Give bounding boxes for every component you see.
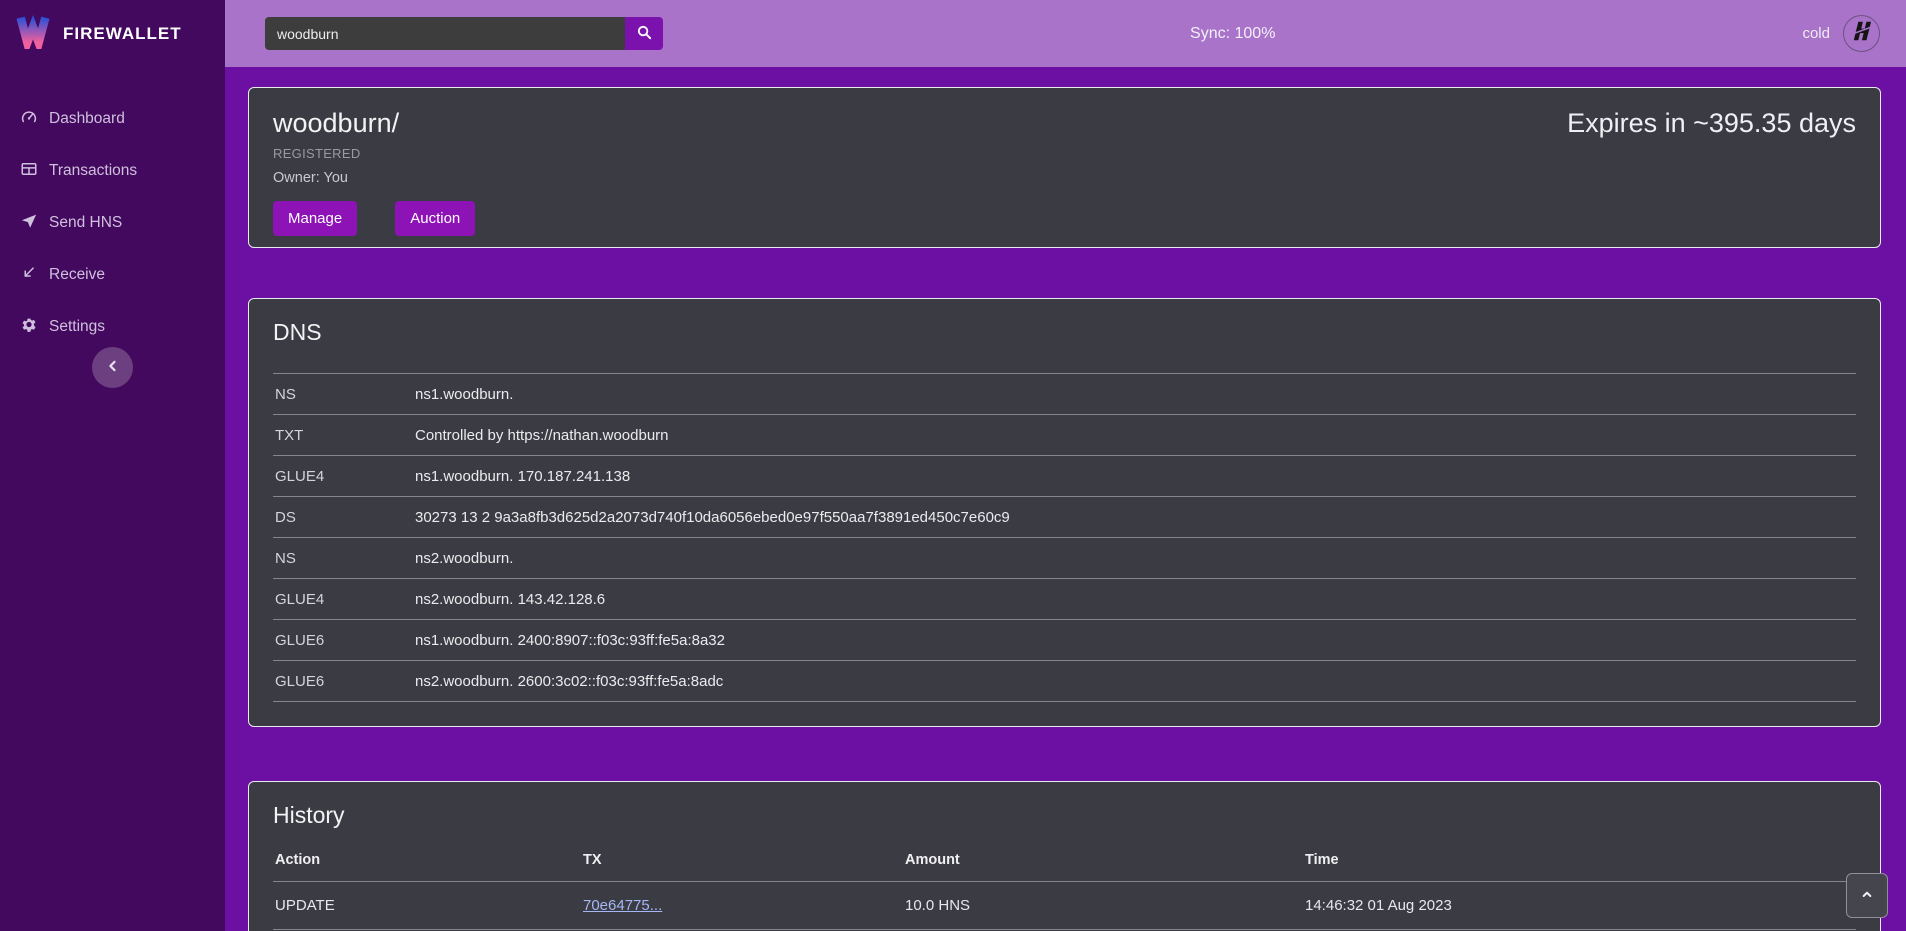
dns-title: DNS bbox=[273, 319, 1856, 346]
sidebar-item-dashboard[interactable]: Dashboard bbox=[0, 93, 225, 145]
sidebar-item-settings[interactable]: Settings bbox=[0, 301, 225, 353]
sidebar-item-receive[interactable]: Receive bbox=[0, 249, 225, 301]
gear-icon bbox=[20, 316, 38, 339]
dns-table: NS ns1.woodburn. TXT Controlled by https… bbox=[273, 373, 1856, 702]
dns-record-type: GLUE6 bbox=[273, 620, 413, 661]
gauge-icon bbox=[20, 108, 38, 131]
dns-record-value: Controlled by https://nathan.woodburn bbox=[413, 415, 1856, 456]
domain-owner: Owner: You bbox=[273, 170, 475, 186]
sidebar-item-transactions[interactable]: Transactions bbox=[0, 145, 225, 197]
domain-name: woodburn/ bbox=[273, 108, 475, 139]
dns-record-row: GLUE4 ns2.woodburn. 143.42.128.6 bbox=[273, 579, 1856, 620]
dns-record-type: TXT bbox=[273, 415, 413, 456]
domain-card: woodburn/ REGISTERED Owner: You Manage A… bbox=[248, 87, 1881, 248]
sidebar-item-label: Dashboard bbox=[49, 110, 125, 128]
chevron-left-icon bbox=[104, 357, 122, 378]
history-title: History bbox=[273, 802, 1856, 829]
search-button[interactable] bbox=[625, 17, 663, 50]
chevron-up-icon bbox=[1859, 886, 1875, 905]
dns-record-type: GLUE4 bbox=[273, 579, 413, 620]
dns-record-row: GLUE4 ns1.woodburn. 170.187.241.138 bbox=[273, 456, 1856, 497]
dns-record-type: DS bbox=[273, 497, 413, 538]
domain-expiry: Expires in ~395.35 days bbox=[1567, 108, 1856, 227]
tx-link[interactable]: 70e64775... bbox=[583, 897, 662, 914]
history-col-amount: Amount bbox=[903, 841, 1303, 882]
auction-button[interactable]: Auction bbox=[395, 201, 475, 236]
dns-record-type: NS bbox=[273, 374, 413, 415]
history-row: UPDATE 70e64775... 10.0 HNS 14:46:32 01 … bbox=[273, 882, 1856, 930]
wallet-name-label: cold bbox=[1802, 25, 1830, 42]
history-col-tx: TX bbox=[581, 841, 903, 882]
dns-record-row: NS ns2.woodburn. bbox=[273, 538, 1856, 579]
dns-record-value: ns1.woodburn. 2400:8907::f03c:93ff:fe5a:… bbox=[413, 620, 1856, 661]
send-icon bbox=[20, 212, 38, 235]
sidebar-collapse-button[interactable] bbox=[92, 347, 133, 388]
history-col-time: Time bbox=[1303, 841, 1856, 882]
dns-record-value: ns2.woodburn. 2600:3c02::f03c:93ff:fe5a:… bbox=[413, 661, 1856, 702]
domain-card-left: woodburn/ REGISTERED Owner: You Manage A… bbox=[273, 108, 475, 227]
firewallet-w-logo-icon bbox=[14, 13, 52, 54]
dns-record-row: DS 30273 13 2 9a3a8fb3d625d2a2073d740f10… bbox=[273, 497, 1856, 538]
sync-status: Sync: 100% bbox=[663, 25, 1802, 43]
dns-record-value: ns1.woodburn. 170.187.241.138 bbox=[413, 456, 1856, 497]
history-card: History Action TX Amount Time UPDATE 70e… bbox=[248, 781, 1881, 931]
dns-record-row: GLUE6 ns2.woodburn. 2600:3c02::f03c:93ff… bbox=[273, 661, 1856, 702]
dns-record-value: ns1.woodburn. bbox=[413, 374, 1856, 415]
receive-arrow-icon bbox=[20, 264, 38, 287]
dns-record-type: GLUE6 bbox=[273, 661, 413, 702]
table-icon bbox=[20, 160, 38, 183]
history-amount: 10.0 HNS bbox=[903, 882, 1303, 930]
search-icon bbox=[636, 24, 653, 44]
brand[interactable]: FIREWALLET bbox=[0, 0, 225, 67]
handshake-logo-icon bbox=[1849, 18, 1875, 49]
history-action: UPDATE bbox=[273, 882, 581, 930]
dns-record-row: GLUE6 ns1.woodburn. 2400:8907::f03c:93ff… bbox=[273, 620, 1856, 661]
sidebar-nav: Dashboard Transactions Send HNS bbox=[0, 93, 225, 353]
dns-record-value: ns2.woodburn. bbox=[413, 538, 1856, 579]
sidebar-item-send-hns[interactable]: Send HNS bbox=[0, 197, 225, 249]
dns-record-value: ns2.woodburn. 143.42.128.6 bbox=[413, 579, 1856, 620]
search-input[interactable] bbox=[265, 17, 625, 50]
scroll-to-top-button[interactable] bbox=[1846, 873, 1888, 918]
dns-card: DNS NS ns1.woodburn. TXT Controlled by h… bbox=[248, 298, 1881, 727]
history-col-action: Action bbox=[273, 841, 581, 882]
domain-status: REGISTERED bbox=[273, 146, 475, 161]
wallet-avatar[interactable] bbox=[1843, 15, 1880, 52]
manage-button[interactable]: Manage bbox=[273, 201, 357, 236]
sidebar-item-label: Transactions bbox=[49, 162, 137, 180]
topbar-right: cold bbox=[1802, 15, 1880, 52]
history-header-row: Action TX Amount Time bbox=[273, 841, 1856, 882]
domain-actions: Manage Auction bbox=[273, 201, 475, 236]
dns-record-type: GLUE4 bbox=[273, 456, 413, 497]
sidebar-item-label: Send HNS bbox=[49, 214, 122, 232]
brand-name: FIREWALLET bbox=[63, 24, 182, 44]
dns-record-row: TXT Controlled by https://nathan.woodbur… bbox=[273, 415, 1856, 456]
history-time: 14:46:32 01 Aug 2023 bbox=[1303, 882, 1856, 930]
sidebar: FIREWALLET Dashboard Transactions bbox=[0, 0, 225, 931]
dns-record-value: 30273 13 2 9a3a8fb3d625d2a2073d740f10da6… bbox=[413, 497, 1856, 538]
dns-record-type: NS bbox=[273, 538, 413, 579]
topbar: Sync: 100% cold bbox=[225, 0, 1906, 67]
sidebar-item-label: Settings bbox=[49, 318, 105, 336]
history-table: Action TX Amount Time UPDATE 70e64775...… bbox=[273, 841, 1856, 931]
dns-record-row: NS ns1.woodburn. bbox=[273, 374, 1856, 415]
search-bar bbox=[265, 17, 663, 50]
sidebar-item-label: Receive bbox=[49, 266, 105, 284]
